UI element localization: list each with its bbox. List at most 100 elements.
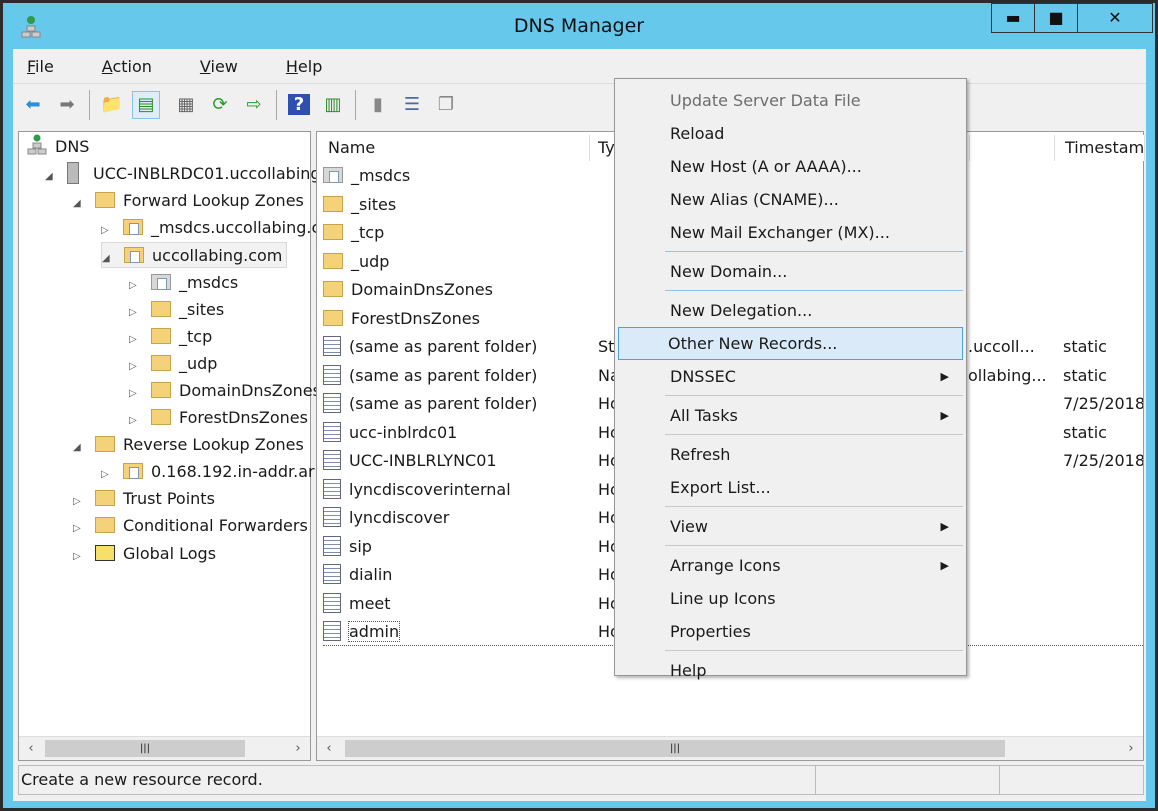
menu-item-properties[interactable]: Properties xyxy=(618,615,963,648)
collapsed-icon[interactable]: ▷ xyxy=(101,218,115,244)
minimize-button[interactable]: ▬ xyxy=(991,3,1035,33)
show-action-pane-button[interactable]: ▥ xyxy=(319,91,347,119)
tree-item-label: uccollabing.com xyxy=(152,246,283,266)
collapsed-icon[interactable]: ▷ xyxy=(129,273,143,299)
close-button[interactable]: ✕ xyxy=(1077,3,1153,33)
menu-item-arrange-icons[interactable]: Arrange Icons ▶ xyxy=(618,549,963,582)
record-list-button[interactable]: ☰ xyxy=(398,91,426,119)
forward-arrow-button[interactable]: ➡ xyxy=(53,91,81,119)
scroll-thumb[interactable]: ||| xyxy=(345,740,1005,757)
expanded-icon[interactable]: ◢ xyxy=(73,191,87,217)
menu-help[interactable]: Help xyxy=(286,57,346,76)
toolbar: ⬅ ➡ 📁 ▤ ▦ ⟳ ⇨? ▥ ▮ ☰ ❐ xyxy=(13,83,1146,125)
collapsed-icon[interactable]: ▷ xyxy=(129,327,143,353)
name-cell: dialin xyxy=(323,561,593,589)
tree-item[interactable]: ▷ _sites xyxy=(129,297,224,323)
mnemonic: F xyxy=(27,56,36,76)
expanded-icon[interactable]: ◢ xyxy=(73,435,87,461)
expanded-icon[interactable]: ◢ xyxy=(102,246,116,272)
tree-item-label: Reverse Lookup Zones xyxy=(123,435,304,455)
collapsed-icon[interactable]: ▷ xyxy=(129,408,143,434)
scroll-left-arrow[interactable]: ‹ xyxy=(19,737,43,761)
menu-file[interactable]: File xyxy=(27,57,78,76)
copy-records-button[interactable]: ❐ xyxy=(432,91,460,119)
maximize-button[interactable]: ■ xyxy=(1034,3,1078,33)
refresh-button[interactable]: ⟳ xyxy=(206,91,234,119)
menu-item-dnssec[interactable]: DNSSEC ▶ xyxy=(618,360,963,393)
menu-item-refresh[interactable]: Refresh xyxy=(618,438,963,471)
properties-button[interactable]: ▦ xyxy=(172,91,200,119)
name-label: lyncdiscover xyxy=(349,508,450,527)
tree-item[interactable]: ▷ 0.168.192.in-addr.arpa xyxy=(101,459,335,485)
name-cell: admin xyxy=(323,618,593,646)
menu-view[interactable]: View xyxy=(200,57,262,76)
tree-item-label: Global Logs xyxy=(123,543,217,563)
console-tree[interactable]: DNS ◢ UCC-INBLRDC01.uccollabing ◢ Forward Lo… xyxy=(18,131,335,761)
menu-item-help[interactable]: Help xyxy=(618,654,963,687)
up-folder-button[interactable]: 📁 xyxy=(98,91,126,119)
folder-icon xyxy=(151,300,171,317)
client-area: File Action View Help ⬅ ➡ 📁 ▤ ▦ ⟳ ⇨? ▥ ▮ ☰ ❐ DNS ◢ UCC-… xyxy=(13,49,1146,801)
menu-action[interactable]: Action xyxy=(102,57,176,76)
scroll-right-arrow[interactable]: › xyxy=(286,737,310,761)
scroll-thumb[interactable]: ||| xyxy=(45,740,245,757)
collapsed-icon[interactable]: ▷ xyxy=(129,300,143,326)
server-button[interactable]: ▮ xyxy=(364,91,392,119)
expanded-icon[interactable]: ◢ xyxy=(45,164,59,190)
list-horizontal-scrollbar[interactable]: ‹ ||| › xyxy=(317,736,1143,760)
collapsed-icon[interactable]: ▷ xyxy=(73,544,87,570)
menu-item-label: DNSSEC xyxy=(670,367,736,386)
tree-horizontal-scrollbar[interactable]: ‹ ||| › xyxy=(19,736,310,760)
tree-item[interactable]: ◢ Forward Lookup Zones xyxy=(73,188,304,214)
back-arrow-button[interactable]: ⬅ xyxy=(19,91,47,119)
menu-item-new-domain[interactable]: New Domain... xyxy=(618,255,963,288)
tree-item[interactable]: ▷ Trust Points xyxy=(73,486,215,512)
menu-item-export-list[interactable]: Export List... xyxy=(618,471,963,504)
scroll-right-arrow[interactable]: › xyxy=(1119,737,1143,761)
menu-item-reload[interactable]: Reload xyxy=(618,117,963,150)
menu-item-new-alias-cname[interactable]: New Alias (CNAME)... xyxy=(618,183,963,216)
tree-item[interactable]: ▷ DomainDnsZones xyxy=(129,378,321,404)
menu-item-update-server-data-file[interactable]: Update Server Data File xyxy=(618,84,963,117)
logs-icon xyxy=(95,544,115,561)
tree-item[interactable]: ▷ Conditional Forwarders xyxy=(73,513,308,539)
collapsed-icon[interactable]: ▷ xyxy=(101,462,115,488)
tree-item[interactable]: ▷ _tcp xyxy=(129,324,212,350)
help-button[interactable]: ? xyxy=(285,91,313,119)
collapsed-icon[interactable]: ▷ xyxy=(129,381,143,407)
tree-item[interactable]: ▷ _udp xyxy=(129,351,217,377)
tree-item[interactable]: ◢ UCC-INBLRDC01.uccollabing xyxy=(45,161,321,187)
tree-item[interactable]: ▷ _msdcs.uccollabing.c xyxy=(101,215,320,241)
menu-item-new-host-a-or-aaaa[interactable]: New Host (A or AAAA)... xyxy=(618,150,963,183)
tree-item[interactable]: ◢ Reverse Lookup Zones xyxy=(73,432,304,458)
tree-item[interactable]: ▷ _msdcs xyxy=(129,270,238,296)
column-header[interactable]: Timestam xyxy=(1057,135,1145,161)
collapsed-icon[interactable]: ▷ xyxy=(73,516,87,542)
mnemonic: A xyxy=(101,56,113,76)
export-list-button[interactable]: ⇨ xyxy=(240,91,268,119)
menu-item-new-delegation[interactable]: New Delegation... xyxy=(618,294,963,327)
menu-item-other-new-records[interactable]: Other New Records... xyxy=(618,327,963,360)
name-label: sip xyxy=(349,536,372,556)
tree-item[interactable]: ◢ uccollabing.com xyxy=(101,242,288,269)
toolbar-separator xyxy=(276,89,277,120)
tree-item[interactable]: ▷ Global Logs xyxy=(73,541,216,567)
tree-item[interactable]: DNS xyxy=(27,134,89,160)
name-label: ForestDnsZones xyxy=(351,308,480,328)
column-header[interactable]: Name xyxy=(320,135,590,161)
show-hide-tree-button[interactable]: ▤ xyxy=(132,90,160,119)
name-label: UCC-INBLRLYNC01 xyxy=(349,451,497,470)
collapsed-icon[interactable]: ▷ xyxy=(129,354,143,380)
status-text: Create a new resource record. xyxy=(21,770,263,789)
tree-item-label: DomainDnsZones xyxy=(179,380,321,400)
menu-item-all-tasks[interactable]: All Tasks ▶ xyxy=(618,399,963,432)
column-header[interactable] xyxy=(970,135,1055,161)
collapsed-icon[interactable]: ▷ xyxy=(73,489,87,515)
menu-item-new-mail-exchanger-mx[interactable]: New Mail Exchanger (MX)... xyxy=(618,216,963,249)
folder-icon xyxy=(151,381,171,398)
menu-item-line-up-icons[interactable]: Line up Icons xyxy=(618,582,963,615)
menu-item-view[interactable]: View ▶ xyxy=(618,510,963,543)
tree-item[interactable]: ▷ ForestDnsZones xyxy=(129,405,308,431)
scroll-left-arrow[interactable]: ‹ xyxy=(317,737,341,761)
tree-item-label: 0.168.192.in-addr.arpa xyxy=(151,462,335,482)
